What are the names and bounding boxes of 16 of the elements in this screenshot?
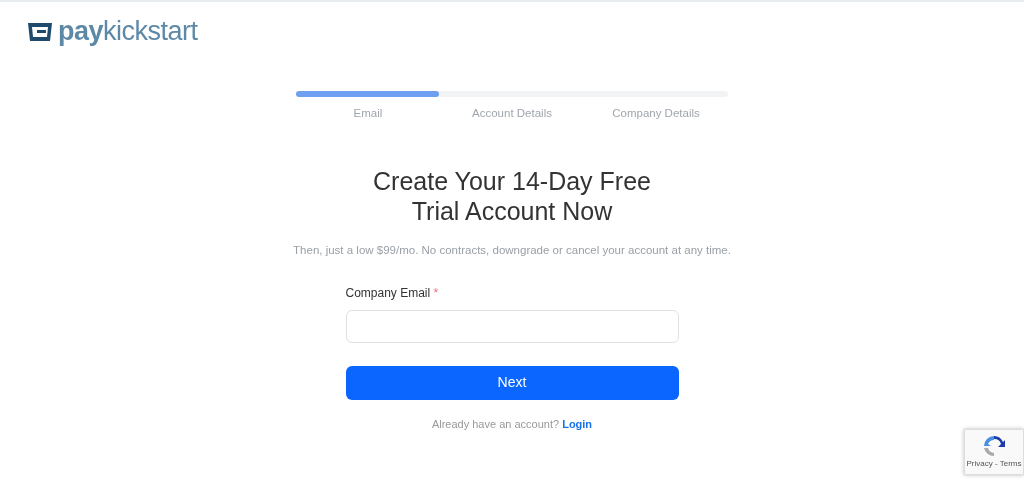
email-field[interactable] [345,309,679,343]
progress-step: Account Details [440,105,584,123]
recaptcha-icon [981,434,1007,458]
field-label: Company Email [345,285,431,300]
page-heading: Trial Account Now [410,196,614,227]
required-mark: * [433,285,439,300]
progress-step: Email [296,105,440,123]
progress-step: Company Details [584,105,728,123]
login-link[interactable]: Login [562,417,593,430]
next-button[interactable]: Next [345,365,679,400]
page-heading: Create Your 14-Day Free [373,166,651,197]
login-prompt: Already have an account? [431,417,560,430]
logo-icon [28,20,54,43]
logo[interactable]: paykickstart [58,18,198,45]
recaptcha-links[interactable]: Privacy - Terms [966,458,1022,470]
subtitle: Then, just a low $99/mo. No contracts, downgrade or cancel your account at any time. [293,243,731,259]
